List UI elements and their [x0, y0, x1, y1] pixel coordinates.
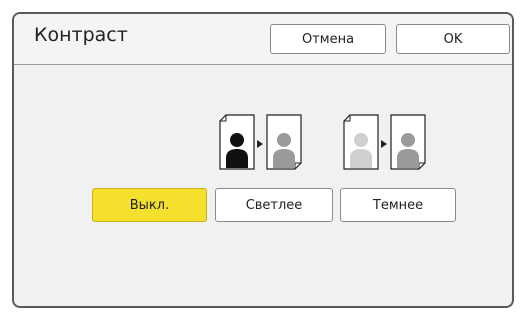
arrow-right-icon — [381, 140, 387, 148]
contrast-lighter-button[interactable]: Светлее — [215, 188, 333, 222]
contrast-pictograms — [219, 114, 426, 170]
arrow-right-icon — [257, 140, 263, 148]
light-source-doc-icon — [219, 114, 255, 170]
contrast-off-button[interactable]: Выкл. — [92, 188, 207, 222]
dark-source-doc-icon — [343, 114, 379, 170]
contrast-dialog: Контраст Отмена OK Выкл. Светлее Темнее — [12, 12, 514, 308]
dark-result-doc-icon — [390, 114, 426, 170]
light-result-doc-icon — [266, 114, 302, 170]
contrast-darker-button[interactable]: Темнее — [340, 188, 456, 222]
